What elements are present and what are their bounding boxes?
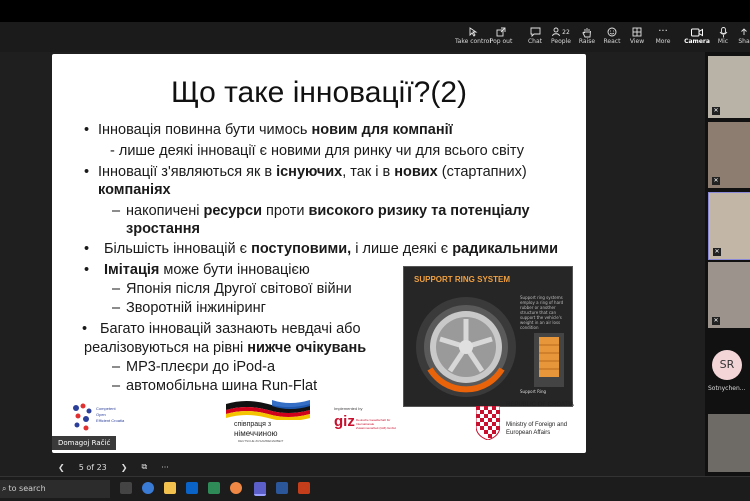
bullet-5-sub-2: – автомобільна шина Run-Flat	[112, 378, 318, 394]
bullet-4-sub-1: – Японія після Другої світової війни	[112, 281, 352, 297]
camera-icon	[690, 26, 704, 38]
participant-name: Sotnychen...	[708, 385, 746, 392]
participant-video-tile[interactable]: ✕	[708, 192, 750, 260]
teams-icon[interactable]	[254, 482, 266, 496]
previous-slide-button[interactable]: ❮	[58, 463, 65, 472]
file-explorer-icon[interactable]	[164, 482, 176, 494]
window-titlebar	[0, 0, 750, 22]
bullet-5-sub-1: – MP3-плеєри до iPod-а	[112, 359, 276, 375]
bullet-2-cont: компаніях	[98, 182, 171, 198]
participant-video-tile[interactable]	[708, 414, 750, 472]
mic-muted-icon: ✕	[713, 248, 721, 256]
powerpoint-icon[interactable]	[298, 482, 310, 494]
bullet-5-cont: реалізовуються на рівні нижче очікувань	[84, 340, 367, 356]
participants-panel: ✕ ✕ ✕ ✕ SR Sotnychen...	[705, 52, 750, 476]
bullet-1: • Інновація повинна бути чимось новим для…	[84, 122, 453, 138]
bullet-4: • Імітація може бути інновацією	[84, 262, 310, 278]
taskbar-search-input[interactable]: ⌕ to search	[0, 480, 110, 498]
image-caption: Support ring systems employ a ring of ha…	[520, 295, 564, 330]
presenter-name-tag: Domagoj Račić	[52, 436, 117, 450]
support-ring-image: SUPPORT RING SYSTEM Support ring systems…	[403, 266, 573, 407]
view-icon	[630, 26, 644, 38]
slide-title: Що таке інновації?(2)	[170, 76, 467, 109]
edge-icon[interactable]	[142, 482, 154, 494]
more-button[interactable]: ··· More	[653, 26, 673, 50]
view-button[interactable]: View	[628, 26, 646, 50]
presentation-slide: Що таке інновації?(2) • Інновація повинна…	[52, 54, 586, 453]
mic-icon	[716, 26, 730, 38]
partner-logos: Competent Open Efficient Croatia співпраця…	[52, 396, 586, 453]
tire-cross-section	[534, 333, 564, 387]
raise-hand-icon	[580, 26, 594, 38]
share-icon	[738, 26, 750, 38]
bullet-2: • Інновації з'являються як в існуючих, та…	[84, 164, 527, 180]
mic-button[interactable]: Mic	[714, 26, 732, 50]
participant-avatar[interactable]: SR	[712, 350, 742, 380]
bullet-2-sub-cont: зростання	[126, 221, 200, 237]
pop-out-icon	[494, 26, 508, 38]
mic-muted-icon: ✕	[712, 317, 720, 325]
page-indicator: 5 of 23	[78, 462, 107, 472]
camera-button[interactable]: Camera	[684, 26, 710, 50]
take-control-button[interactable]: Take control	[455, 26, 491, 50]
raise-hand-button[interactable]: Raise	[578, 26, 596, 50]
sync-view-icon[interactable]: ⧉	[141, 462, 147, 472]
giz-logo: Implemented by giz Deutsche Gesellschaft…	[334, 406, 396, 430]
people-icon	[552, 27, 561, 37]
react-icon	[605, 26, 619, 38]
croatia-ministry-logo: REPUBLIC OF CROATIA Ministry of Foreign …	[476, 400, 586, 446]
participant-video-tile[interactable]: ✕	[708, 56, 750, 118]
chrome-icon[interactable]	[230, 482, 242, 494]
slide-pager: ❮ 5 of 23 ❯ ⧉ ···	[52, 458, 183, 476]
search-icon: ⌕	[2, 484, 7, 493]
outlook-icon[interactable]	[186, 482, 198, 494]
people-button[interactable]: 22 People	[550, 26, 572, 50]
more-options-icon[interactable]: ···	[161, 463, 169, 472]
word-icon[interactable]	[276, 482, 288, 494]
participant-video-tile[interactable]: ✕	[708, 122, 750, 188]
windows-taskbar: ⌕ to search	[0, 476, 750, 501]
participant-video-tile[interactable]: ✕	[708, 262, 750, 328]
tire-illustration	[416, 297, 516, 397]
react-button[interactable]: React	[602, 26, 622, 50]
bullet-3: • Більшість інновацій є поступовими, і ли…	[84, 241, 558, 257]
pop-out-button[interactable]: Pop out	[490, 26, 512, 50]
cooperation-germany-logo: співпраця з німеччиною DEUTSCHE ZUSAMMEN…	[224, 398, 312, 443]
chat-icon	[528, 26, 542, 38]
take-control-icon	[466, 26, 480, 38]
croatia-coat-of-arms-icon	[476, 406, 500, 440]
share-button[interactable]: Sha	[738, 26, 750, 50]
mic-muted-icon: ✕	[712, 107, 720, 115]
bullet-4-sub-2: – Зворотній інжиніринг	[112, 300, 266, 316]
task-view-icon[interactable]	[120, 482, 132, 494]
chat-button[interactable]: Chat	[526, 26, 544, 50]
people-count: 22	[562, 28, 570, 36]
more-icon: ···	[658, 26, 668, 37]
next-slide-button[interactable]: ❯	[121, 463, 128, 472]
coer-logo: Competent Open Efficient Croatia	[72, 402, 124, 434]
bullet-5: • Багато інновацій зазнають невдачі або	[82, 321, 361, 337]
bullet-1-sub: - лише деякі інновації є новими для ринк…	[110, 143, 524, 159]
mic-muted-icon: ✕	[712, 177, 720, 185]
bullet-2-sub: – накопичені ресурси проти високого ризик…	[112, 203, 530, 219]
meeting-toolbar: Take control Pop out Chat 22 People Rais…	[0, 22, 750, 52]
excel-icon[interactable]	[208, 482, 220, 494]
support-ring-label: Support Ring	[520, 389, 547, 394]
image-title: SUPPORT RING SYSTEM	[414, 275, 511, 284]
